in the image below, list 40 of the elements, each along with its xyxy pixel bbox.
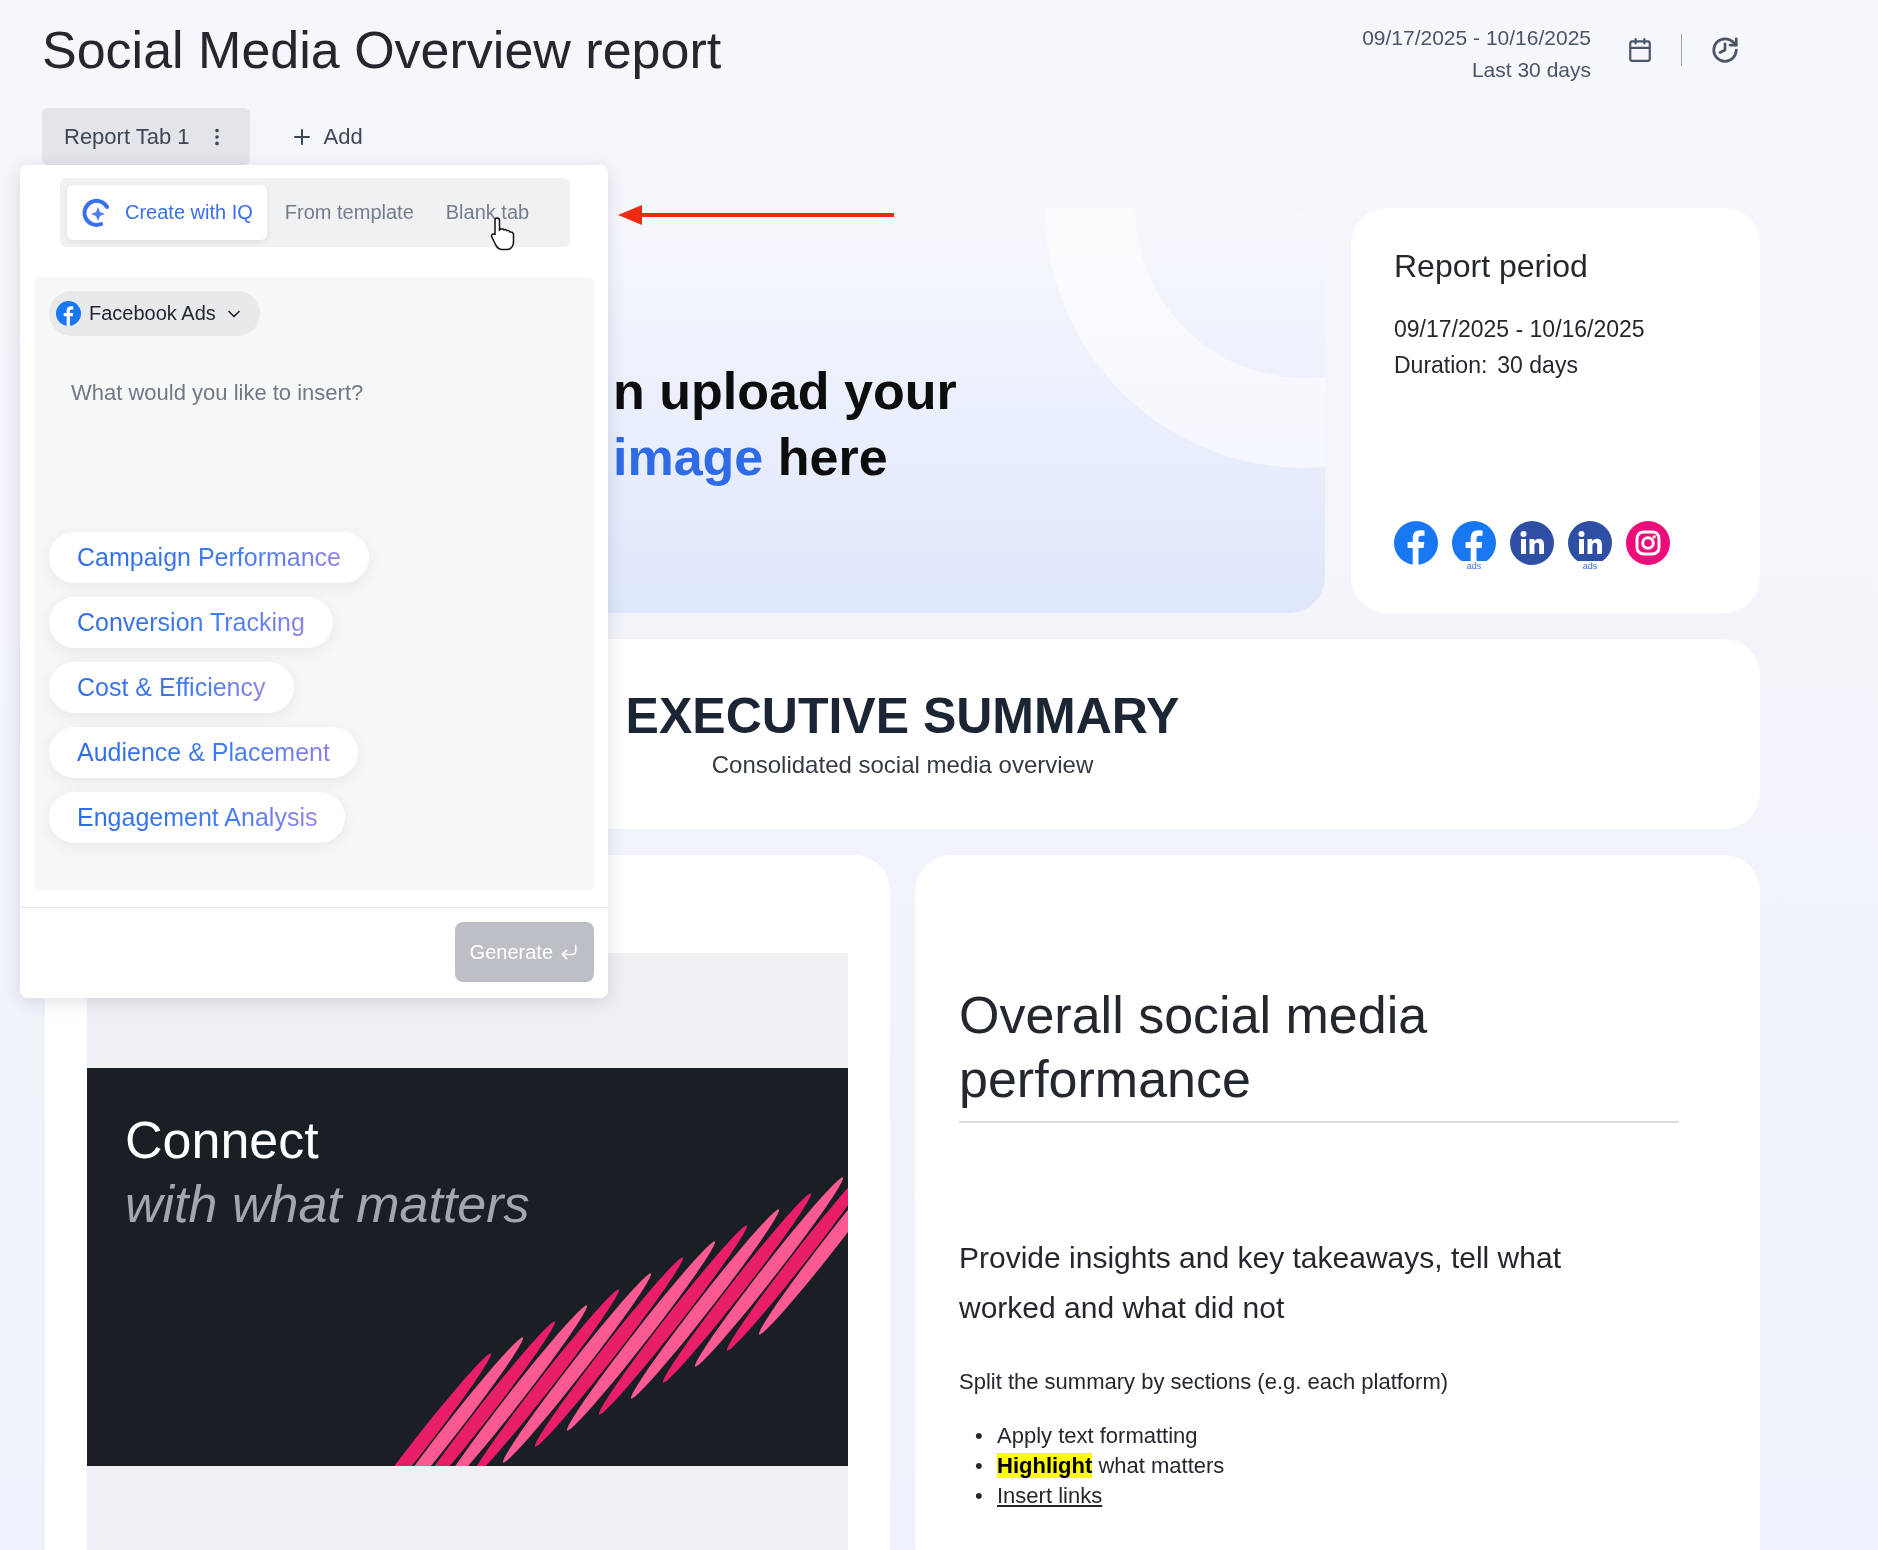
suggestion-chip[interactable]: Campaign Performance (49, 532, 369, 583)
link[interactable]: Insert links (997, 1483, 1103, 1508)
bullet-marker: • (975, 1422, 984, 1450)
suggestion-chip[interactable]: Audience & Placement (49, 727, 358, 778)
section-subtitle: Consolidated social media overview (711, 751, 1094, 779)
linkedin-icon (1510, 521, 1554, 565)
banner-text: image here (613, 427, 889, 488)
facebook-icon (1394, 521, 1438, 565)
lead-paragraph: Provide insights and key takeaways, tell what worked and what did not (959, 1240, 1562, 1326)
bullet-text: Apply text formatting (997, 1423, 1198, 1448)
iq-logo-icon (81, 197, 111, 228)
banner-headline: Connect (125, 1110, 320, 1171)
enter-icon (559, 942, 579, 962)
banner-tagline: with what matters (125, 1174, 531, 1235)
duration-label: Duration: (1394, 351, 1488, 380)
date-preset: Last 30 days (1471, 57, 1591, 83)
note-text: Split the summary by sections (e.g. each platform) (959, 1369, 1450, 1395)
period-range: 09/17/2025 - 10/16/2025 (1394, 315, 1645, 344)
card-title: Report period (1394, 248, 1589, 285)
instagram-icon (1626, 521, 1670, 565)
report-title: Social Media Overview report (42, 20, 723, 81)
add-tab-button[interactable]: Add (283, 122, 369, 151)
section-title: EXECUTIVE SUMMARY (625, 687, 1180, 745)
suggestion-chip[interactable]: Cost & Efficiency (49, 662, 294, 713)
report-tab[interactable]: Report Tab 1 (42, 108, 250, 165)
history-icon[interactable] (1710, 35, 1740, 65)
bullet-text: Highlight what matters (997, 1453, 1225, 1478)
suggestion-chip[interactable]: Engagement Analysis (49, 792, 346, 843)
date-range: 09/17/2025 - 10/16/2025 (1362, 25, 1591, 51)
prompt-field[interactable]: What would you like to insert? (49, 366, 579, 506)
card-heading: Overall social media performance (959, 983, 1679, 1123)
facebook-icon (56, 301, 81, 326)
banner-text: n upload your (613, 361, 958, 422)
suggestion-chip[interactable]: Conversion Tracking (49, 597, 333, 648)
bullet-marker: • (975, 1452, 984, 1480)
calendar-icon[interactable] (1627, 37, 1653, 63)
duration-value: 30 days (1497, 351, 1578, 380)
mode-tab[interactable]: Create with IQ (67, 185, 267, 240)
source-dropdown[interactable]: Facebook Ads (49, 291, 260, 336)
bullet-marker: • (975, 1482, 984, 1510)
